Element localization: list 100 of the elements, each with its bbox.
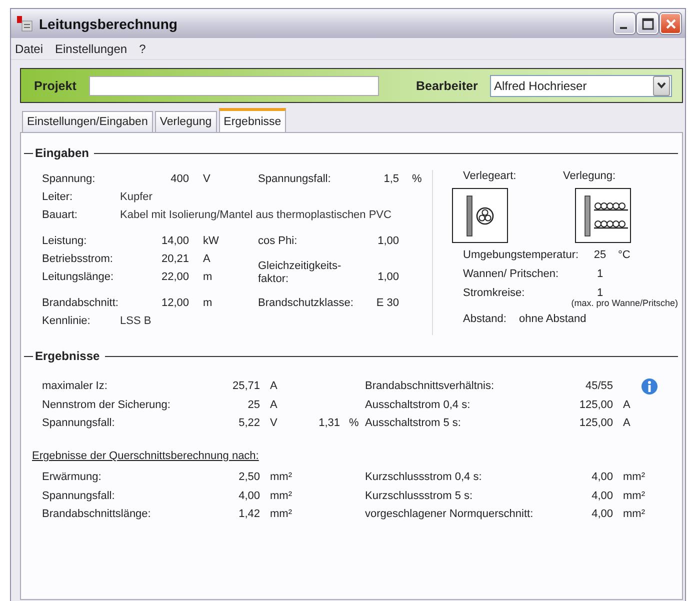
field-label: Gleichzeitigkeits-faktor: <box>258 259 342 286</box>
unit-label: % <box>412 173 423 185</box>
field-label: Spannungsfall: <box>258 173 332 185</box>
field-value: 12,00 <box>160 297 189 309</box>
field-value: LSS B <box>120 315 152 327</box>
info-icon[interactable] <box>641 378 658 395</box>
field-label: Ausschaltstrom 5 s: <box>365 417 462 430</box>
cable-tray-icon <box>575 188 631 243</box>
field-value: 14,00 <box>160 235 189 247</box>
field-label: Brandschutzklasse: <box>258 297 354 309</box>
unit-label: V <box>269 417 278 430</box>
project-field[interactable] <box>89 76 379 96</box>
field-value: 22,00 <box>160 271 189 283</box>
project-label: Projekt <box>34 78 78 92</box>
field-label: cos Phi: <box>258 235 298 247</box>
unit-label: A <box>269 380 278 392</box>
subsection-title: Ergebnisse der Querschnittsberechnung nach: <box>32 450 259 462</box>
field-label: Abstand: <box>463 312 508 324</box>
field-value: 5,22 <box>238 417 260 430</box>
field-value: 25 <box>592 248 608 260</box>
field-value: ohne Abstand <box>519 312 586 324</box>
unit-label: m <box>203 271 214 283</box>
field-value: 1,00 <box>376 270 399 285</box>
field-value: 25,71 <box>231 380 260 392</box>
field-label: Leistung: <box>42 235 88 247</box>
field-label: Kurzschlussstrom 5 s: <box>365 490 474 502</box>
field-label: Erwärmung: <box>42 471 102 484</box>
field-value: 4,00 <box>590 490 613 502</box>
unit-label: mm² <box>269 471 290 484</box>
unit-label: mm² <box>269 508 290 520</box>
field-label: Brandabschnittslänge: <box>42 508 152 520</box>
field-label: maximaler Iz: <box>42 380 108 392</box>
field-label: Spannungsfall: <box>42 417 116 430</box>
field-value: 1,00 <box>376 235 399 247</box>
field-label: Betriebsstrom: <box>42 253 114 265</box>
unit-label: % <box>349 417 359 430</box>
unit-label: A <box>623 417 630 430</box>
close-button[interactable] <box>660 13 681 34</box>
tab[interactable]: Einstellungen/Eingaben <box>22 111 153 132</box>
field-label: Stromkreise: <box>463 286 526 298</box>
editor-dropdown[interactable]: Alfred Hochrieser <box>490 74 672 96</box>
field-label: Umgebungstemperatur: <box>463 248 580 260</box>
editor-label: Bearbeiter <box>416 78 479 92</box>
cable-on-wall-icon <box>452 188 508 243</box>
app-icon <box>17 16 33 32</box>
field-label: Brandabschnitt: <box>42 297 120 309</box>
unit-label: kW <box>203 235 220 247</box>
note-text: (max. pro Wanne/Pritsche) <box>571 298 678 308</box>
tab[interactable]: Verlegung <box>154 111 217 132</box>
close-icon <box>664 18 676 30</box>
menu-item[interactable]: ? <box>139 42 146 56</box>
field-label: Spannung: <box>42 173 96 185</box>
field-value: 125,00 <box>578 417 613 430</box>
minimize-button[interactable] <box>614 13 635 34</box>
field-label: Leitungslänge: <box>42 271 115 283</box>
field-value: 1,31 <box>318 417 340 430</box>
menu-item[interactable]: Datei <box>15 42 44 56</box>
field-label: Spannungsfall: <box>42 490 116 502</box>
field-label: vorgeschlagener Normquerschnitt: <box>365 508 534 520</box>
field-label: Kurzschlussstrom 0,4 s: <box>365 471 483 484</box>
unit-label: mm² <box>623 508 645 520</box>
section-title: Ergebnisse <box>34 349 101 363</box>
unit-label: m <box>203 297 214 309</box>
unit-label: °C <box>618 248 630 260</box>
field-value: 1 <box>596 286 604 298</box>
section-title: Eingaben <box>34 146 90 160</box>
unit-label: mm² <box>623 490 645 502</box>
field-value: 125,00 <box>578 398 613 411</box>
field-label: Wannen/ Pritschen: <box>463 268 560 280</box>
menu-item[interactable]: Einstellungen <box>55 42 128 56</box>
unit-label: V <box>203 173 212 185</box>
field-value: Kabel mit Isolierung/Mantel aus thermoplastischen PVC <box>120 209 392 221</box>
unit-label: A <box>269 398 278 411</box>
field-value: 25 <box>246 398 260 411</box>
field-value: 1,5 <box>382 173 399 185</box>
field-label: Nennstrom der Sicherung: <box>42 398 172 411</box>
minimize-icon <box>620 26 627 28</box>
field-label: Kennlinie: <box>42 315 92 327</box>
field-value: E 30 <box>375 297 399 309</box>
unit-label: mm² <box>269 490 290 502</box>
field-label: Brandabschnittsverhältnis: <box>365 380 496 392</box>
field-label: Leiter: <box>42 191 74 203</box>
field-value: 2,50 <box>238 471 260 484</box>
field-value: 4,00 <box>590 508 613 520</box>
maximize-icon <box>642 18 654 30</box>
tab[interactable]: Ergebnisse <box>218 108 286 132</box>
unit-label: A <box>623 398 630 411</box>
field-label: Verlegung: <box>563 170 616 182</box>
unit-label: mm² <box>623 471 645 484</box>
unit-label: A <box>203 253 212 265</box>
field-value: 4,00 <box>238 490 260 502</box>
field-value: 400 <box>170 173 189 185</box>
field-value: Kupfer <box>120 191 154 203</box>
field-value: 1 <box>596 268 604 280</box>
field-value: 1,42 <box>238 508 260 520</box>
caret-icon <box>657 82 666 89</box>
field-label: Ausschaltstrom 0,4 s: <box>365 398 472 411</box>
maximize-button[interactable] <box>637 13 658 34</box>
field-value: 4,00 <box>590 471 613 484</box>
window-title: Leitungsberechnung <box>39 16 178 32</box>
